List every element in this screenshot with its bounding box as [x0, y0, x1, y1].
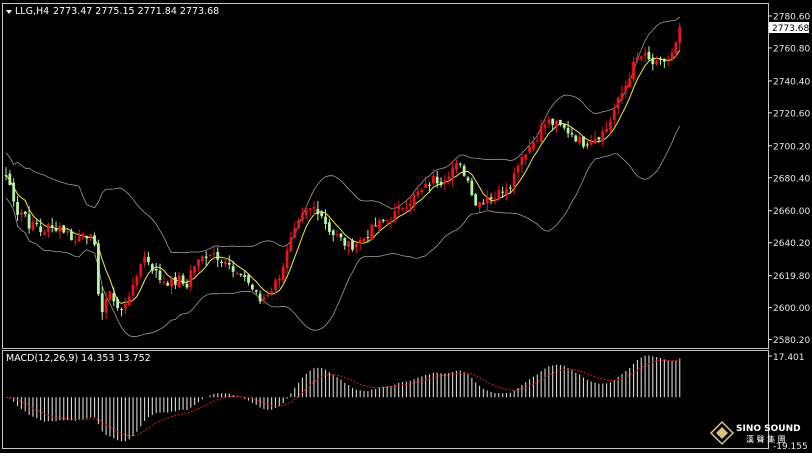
candle [370, 224, 374, 242]
candle [474, 192, 478, 206]
ohlc-readout: 2773.47 2775.15 2771.84 2773.68 [53, 6, 219, 17]
price-tick-label: 2700.20 [773, 142, 810, 152]
trading-chart: LLG,H4 2773.47 2775.15 2771.84 2773.68 2… [0, 0, 812, 453]
candle [62, 224, 66, 234]
symbol-label: LLG,H4 [15, 6, 49, 17]
price-tick-label: 2720.60 [773, 109, 810, 119]
candle [574, 134, 578, 143]
price-tick-label: 2580.20 [773, 336, 810, 346]
price-tick-label: 2780.60 [773, 12, 810, 22]
svg-text:漢 聲 集 團: 漢 聲 集 團 [746, 434, 786, 444]
price-tick-label: 2600.00 [773, 304, 810, 314]
macd-axis-top: 17.401 [773, 353, 805, 363]
svg-text:SINO SOUND: SINO SOUND [736, 424, 801, 434]
price-tick-label: 2619.80 [773, 272, 810, 282]
price-tick-label: 2680.40 [773, 174, 810, 184]
candle [97, 239, 100, 296]
current-price-value: 2773.68 [772, 24, 809, 34]
price-tick-label: 2640.20 [773, 239, 810, 249]
price-tick-label: 2760.80 [773, 44, 810, 54]
price-tick-label: 2740.40 [773, 77, 810, 87]
macd-label: MACD(12,26,9) 14.353 13.752 [6, 353, 151, 364]
price-tick-label: 2660.00 [773, 207, 810, 217]
candle [462, 163, 466, 178]
